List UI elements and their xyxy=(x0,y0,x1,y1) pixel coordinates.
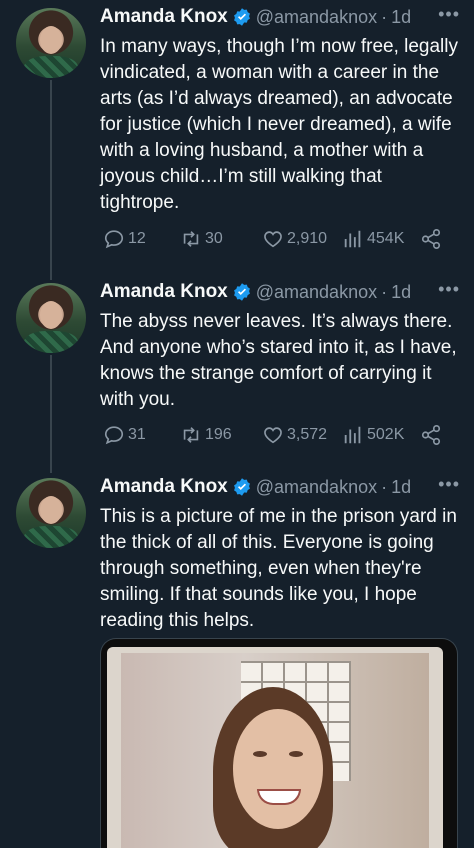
tweet-actions: 31 196 3,572 502K xyxy=(0,422,474,448)
like-icon xyxy=(264,231,282,248)
reply-button[interactable]: 31 xyxy=(103,422,146,448)
tweet[interactable]: Amanda Knox @amandaknox · 1d ••• The aby… xyxy=(0,275,474,470)
reply-button[interactable]: 12 xyxy=(103,226,146,252)
avatar[interactable] xyxy=(16,283,86,353)
like-count: 3,572 xyxy=(287,426,328,443)
author-name[interactable]: Amanda Knox xyxy=(100,476,228,498)
share-icon xyxy=(421,425,441,445)
share-button[interactable] xyxy=(420,422,442,448)
avatar[interactable] xyxy=(16,478,86,548)
timeline: Amanda Knox @amandaknox · 1d ••• In many… xyxy=(0,0,474,848)
tweet-header: Amanda Knox @amandaknox · 1d xyxy=(100,277,460,307)
author-name[interactable]: Amanda Knox xyxy=(100,6,228,28)
author-handle[interactable]: @amandaknox xyxy=(256,477,377,498)
verified-badge-icon xyxy=(233,8,250,26)
reply-count: 31 xyxy=(128,426,146,443)
tweet[interactable]: Amanda Knox @amandaknox · 1d ••• In many… xyxy=(0,0,474,280)
tweet-header: Amanda Knox @amandaknox · 1d xyxy=(100,2,460,32)
more-icon[interactable]: ••• xyxy=(438,279,460,300)
tweet-text: This is a picture of me in the prison ya… xyxy=(100,506,457,631)
views-button[interactable]: 502K xyxy=(342,422,404,448)
retweet-icon xyxy=(183,427,199,443)
separator-dot: · xyxy=(381,476,388,497)
like-button[interactable]: 3,572 xyxy=(262,422,327,448)
tweet-content: Amanda Knox @amandaknox · 1d ••• The aby… xyxy=(100,277,460,413)
author-handle[interactable]: @amandaknox xyxy=(256,7,377,28)
avatar-column xyxy=(16,8,86,78)
reply-icon xyxy=(104,230,124,249)
views-count: 502K xyxy=(367,426,405,443)
views-icon xyxy=(344,426,361,444)
tweet-time[interactable]: 1d xyxy=(391,477,411,498)
verified-badge-icon xyxy=(233,478,250,496)
avatar[interactable] xyxy=(16,8,86,78)
more-icon[interactable]: ••• xyxy=(438,4,460,25)
tweet-actions: 12 30 2,910 454K xyxy=(0,226,474,252)
retweet-count: 196 xyxy=(205,426,232,443)
reply-count: 12 xyxy=(128,230,146,247)
tweet-content: Amanda Knox @amandaknox · 1d ••• This is… xyxy=(100,472,460,634)
share-button[interactable] xyxy=(420,226,442,252)
retweet-button[interactable]: 196 xyxy=(180,422,232,448)
author-name[interactable]: Amanda Knox xyxy=(100,281,228,303)
separator-dot: · xyxy=(381,6,388,27)
tweet-text: In many ways, though I’m now free, legal… xyxy=(100,36,459,213)
more-icon[interactable]: ••• xyxy=(438,474,460,495)
share-icon xyxy=(421,229,441,249)
like-count: 2,910 xyxy=(287,230,328,247)
avatar-column xyxy=(16,283,86,353)
like-icon xyxy=(264,427,282,444)
tweet-photo[interactable] xyxy=(100,638,458,848)
retweet-count: 30 xyxy=(205,230,223,247)
author-handle[interactable]: @amandaknox xyxy=(256,282,377,303)
views-count: 454K xyxy=(367,230,405,247)
views-icon xyxy=(344,230,361,248)
separator-dot: · xyxy=(381,281,388,302)
tweet-time[interactable]: 1d xyxy=(391,282,411,303)
retweet-button[interactable]: 30 xyxy=(180,226,223,252)
avatar-column xyxy=(16,478,86,548)
tweet-time[interactable]: 1d xyxy=(391,7,411,28)
views-button[interactable]: 454K xyxy=(342,226,404,252)
reply-icon xyxy=(104,426,124,445)
tweet-content: Amanda Knox @amandaknox · 1d ••• In many… xyxy=(100,2,460,216)
tweet-text: The abyss never leaves. It’s always ther… xyxy=(100,311,457,410)
verified-badge-icon xyxy=(233,283,250,301)
tweet-header: Amanda Knox @amandaknox · 1d xyxy=(100,472,460,502)
like-button[interactable]: 2,910 xyxy=(262,226,327,252)
retweet-icon xyxy=(183,231,199,247)
